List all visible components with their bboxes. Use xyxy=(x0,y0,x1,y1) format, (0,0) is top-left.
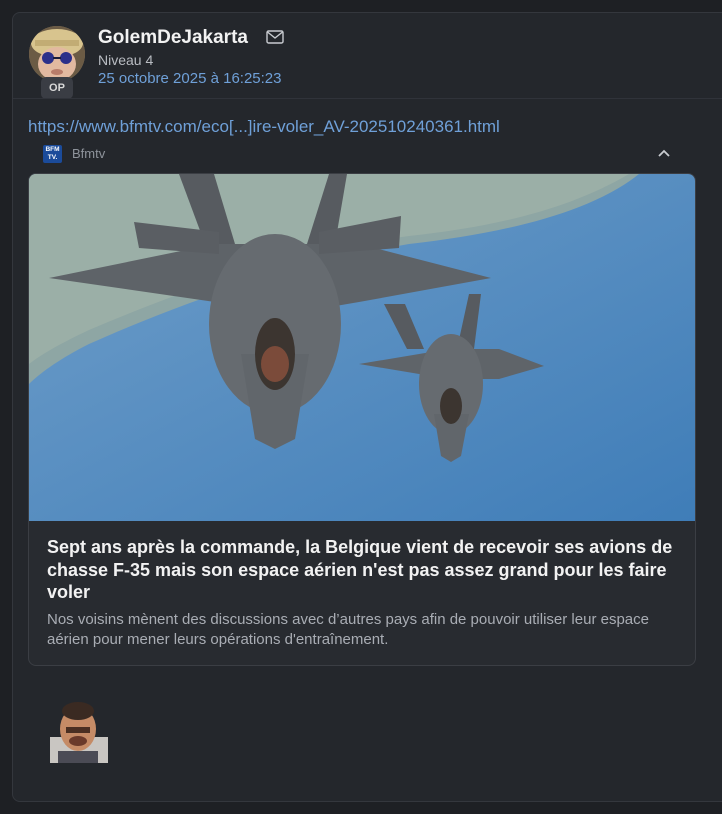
header-divider xyxy=(13,98,722,99)
user-avatar[interactable] xyxy=(29,26,85,82)
laughing-man-sticker xyxy=(44,699,111,763)
post-date[interactable]: 25 octobre 2025 à 16:25:23 xyxy=(98,70,282,87)
embed-source-name: Bfmtv xyxy=(72,146,106,161)
forum-post: OP GolemDeJakarta Niveau 4 25 octobre 20… xyxy=(12,12,722,802)
bfmtv-logo-icon: BFM TV. xyxy=(43,145,62,163)
article-link[interactable]: https://www.bfmtv.com/eco[...]ire-voler_… xyxy=(28,117,500,137)
link-preview-card[interactable]: Sept ans après la commande, la Belgique … xyxy=(28,173,696,666)
username-link[interactable]: GolemDeJakarta xyxy=(98,27,248,49)
chevron-up-icon[interactable] xyxy=(657,148,671,158)
user-level: Niveau 4 xyxy=(98,52,154,68)
mail-icon[interactable] xyxy=(266,30,284,44)
article-title[interactable]: Sept ans après la commande, la Belgique … xyxy=(47,536,677,604)
article-image xyxy=(29,174,695,521)
article-description: Nos voisins mènent des discussions avec … xyxy=(47,611,649,648)
op-badge: OP xyxy=(41,77,73,99)
embed-source-row: BFM TV. Bfmtv xyxy=(43,145,683,165)
